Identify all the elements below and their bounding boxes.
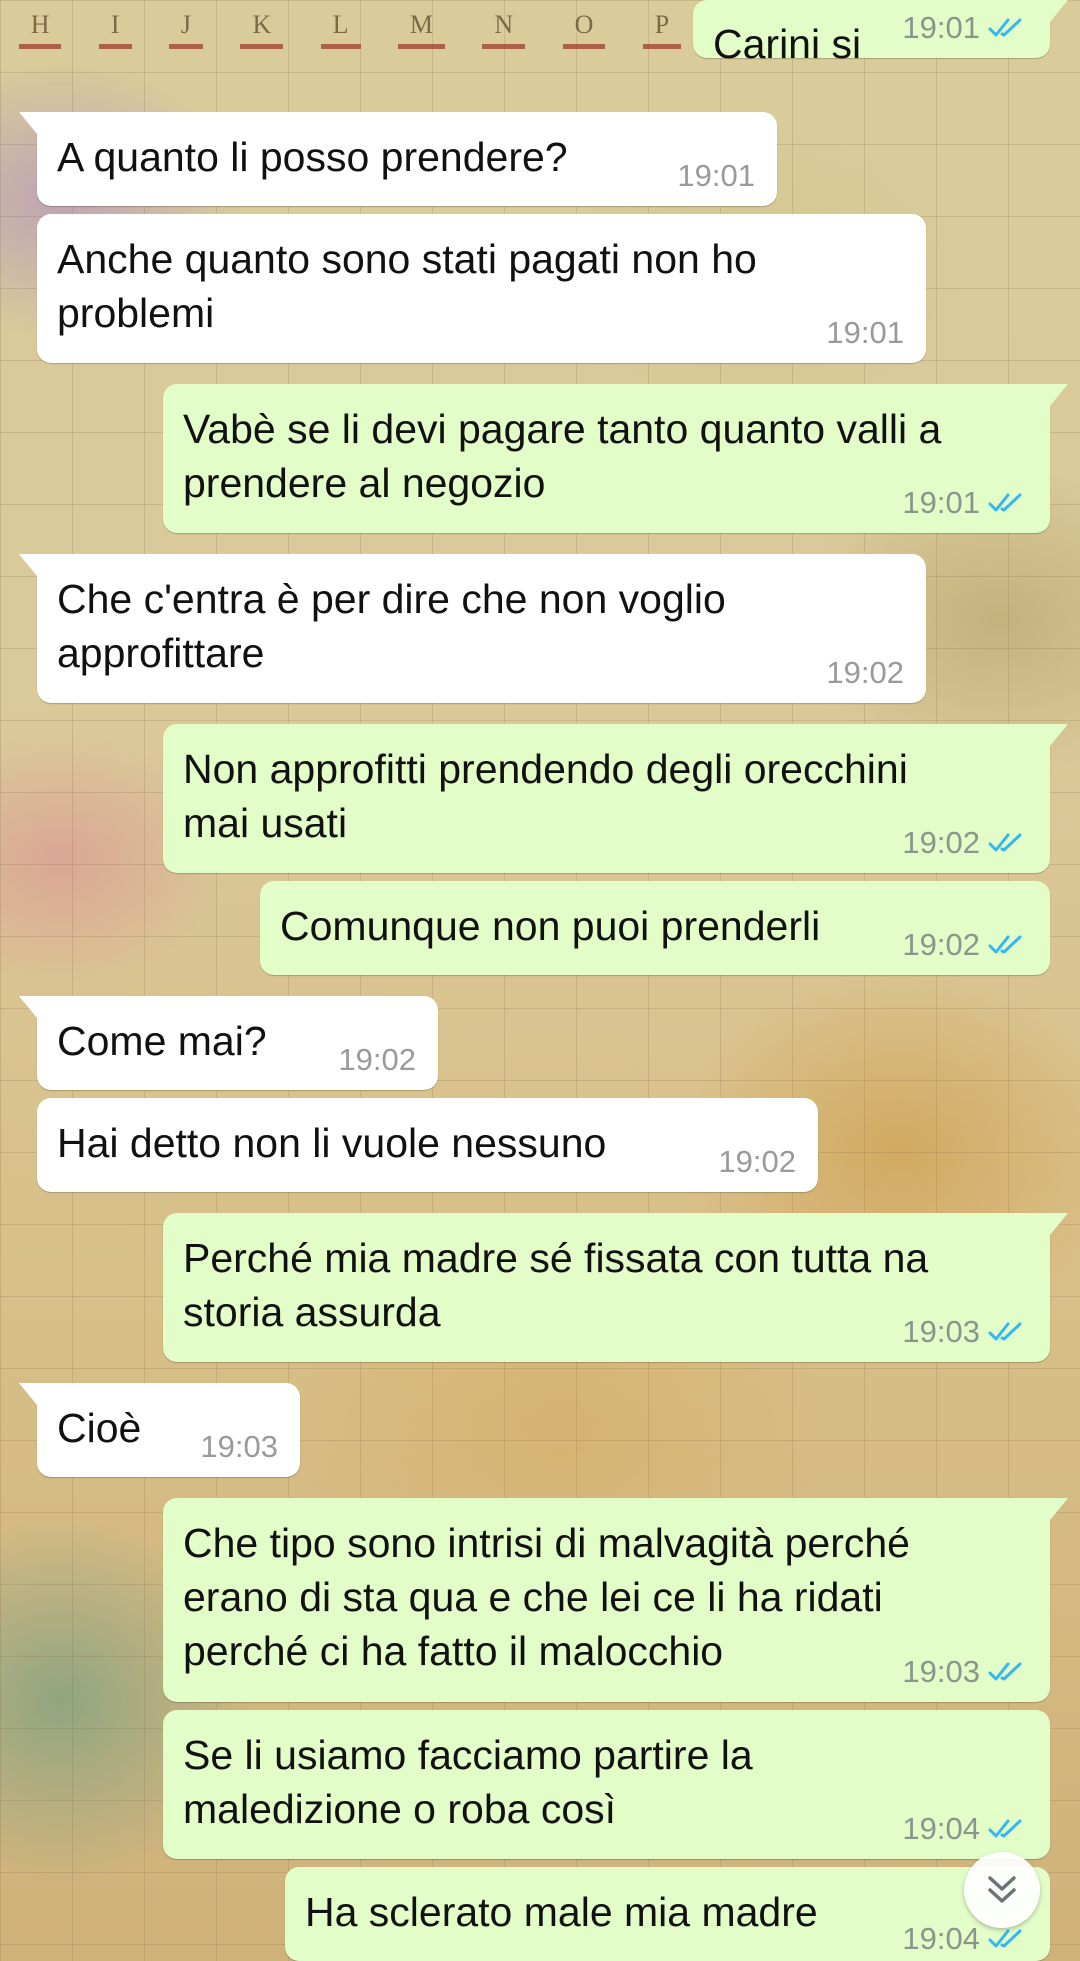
- read-ticks-icon: [988, 1819, 1022, 1838]
- incoming-message[interactable]: A quanto li posso prendere? 19:01: [19, 112, 777, 206]
- message-meta: 19:03: [200, 1429, 278, 1465]
- message-text-line: Anche quanto sono stati pagati non ho: [57, 236, 757, 282]
- message-time: 19:03: [902, 1314, 980, 1349]
- read-ticks-icon: [988, 833, 1022, 852]
- message-text-line: Che c'entra è per dire che non voglio: [57, 576, 726, 622]
- outgoing-message[interactable]: Perché mia madre sé fissata con tutta na…: [163, 1213, 1068, 1362]
- message-time: 19:02: [718, 1144, 796, 1179]
- message-time: 19:02: [826, 655, 904, 690]
- message-text-line: erano di sta qua e che lei ce li ha rida…: [183, 1574, 883, 1620]
- message-time: 19:02: [902, 825, 980, 860]
- message-text-line: A quanto li posso prendere?: [57, 134, 568, 180]
- double-chevron-down-icon: [988, 1876, 1016, 1903]
- outgoing-message[interactable]: Non approfitti prendendo degli orecchini…: [163, 724, 1068, 873]
- message-meta: 19:02: [338, 1042, 416, 1078]
- read-ticks-icon: [988, 1662, 1022, 1681]
- message-time: 19:01: [677, 158, 755, 193]
- incoming-message[interactable]: Cioè 19:03: [19, 1383, 300, 1477]
- message-time: 19:02: [338, 1042, 416, 1077]
- message-text-line: Vabè se li devi pagare tanto quanto vall…: [183, 406, 942, 452]
- message-text-line: Non approfitti prendendo degli orecchini: [183, 746, 908, 792]
- message-meta: 19:01: [902, 10, 1028, 46]
- message-text-line: perché ci ha fatto il malocchio: [183, 1628, 724, 1674]
- message-time: 19:03: [902, 1654, 980, 1689]
- message-text-line: problemi: [57, 290, 215, 336]
- read-ticks-icon: [988, 1322, 1022, 1341]
- message-meta: 19:03: [902, 1314, 1028, 1350]
- message-text-line: storia assurda: [183, 1289, 441, 1335]
- message-time: 19:01: [902, 10, 980, 45]
- read-ticks-icon: [988, 935, 1022, 954]
- message-meta: 19:02: [902, 927, 1028, 963]
- message-text-line: Che tipo sono intrisi di malvagità perch…: [183, 1520, 910, 1566]
- message-meta: 19:02: [902, 825, 1028, 861]
- message-text-line: Comunque non puoi prenderli: [280, 903, 821, 949]
- message-time: 19:03: [200, 1429, 278, 1464]
- message-text-line: Carini si: [713, 21, 862, 67]
- message-meta: 19:01: [902, 485, 1028, 521]
- incoming-message[interactable]: Come mai? 19:02: [19, 996, 438, 1090]
- incoming-message[interactable]: Che c'entra è per dire che non voglio ap…: [19, 554, 926, 703]
- message-text-line: Cioè: [57, 1405, 142, 1451]
- message-text-line: Come mai?: [57, 1018, 267, 1064]
- outgoing-message[interactable]: Che tipo sono intrisi di malvagità perch…: [163, 1498, 1068, 1702]
- message-text-line: maledizione o roba così: [183, 1786, 617, 1832]
- message-time: 19:02: [902, 927, 980, 962]
- message-meta: 19:04: [902, 1811, 1028, 1847]
- scroll-to-bottom-button[interactable]: [964, 1852, 1040, 1928]
- outgoing-message[interactable]: Carini si 19:01: [693, 0, 1068, 67]
- message-text-line: prendere al negozio: [183, 460, 546, 506]
- read-ticks-icon: [988, 1929, 1022, 1948]
- message-meta: 19:02: [718, 1144, 796, 1180]
- message-time: 19:01: [902, 485, 980, 520]
- message-meta: 19:01: [677, 158, 755, 194]
- read-ticks-icon: [988, 493, 1022, 512]
- outgoing-message[interactable]: Vabè se li devi pagare tanto quanto vall…: [163, 384, 1068, 533]
- message-time: 19:01: [826, 315, 904, 350]
- message-text-line: Hai detto non li vuole nessuno: [57, 1120, 607, 1166]
- message-text-line: mai usati: [183, 800, 348, 846]
- message-meta: 19:03: [902, 1654, 1028, 1690]
- outgoing-message[interactable]: Comunque non puoi prenderli 19:02: [260, 881, 1050, 975]
- outgoing-message[interactable]: Se li usiamo facciamo partire la malediz…: [163, 1710, 1050, 1859]
- message-meta: 19:02: [826, 655, 904, 691]
- incoming-message[interactable]: Hai detto non li vuole nessuno 19:02: [37, 1098, 818, 1192]
- read-ticks-icon: [988, 18, 1022, 37]
- incoming-message[interactable]: Anche quanto sono stati pagati non ho pr…: [37, 214, 926, 363]
- message-text-line: Ha sclerato male mia madre: [305, 1889, 818, 1935]
- message-text-line: approfittare: [57, 630, 265, 676]
- message-text-line: Perché mia madre sé fissata con tutta na: [183, 1235, 929, 1281]
- message-time: 19:04: [902, 1921, 980, 1956]
- message-list[interactable]: Carini si 19:01 A quanto li posso prende…: [0, 0, 1080, 1961]
- outgoing-message[interactable]: Ha sclerato male mia madre 19:04: [285, 1867, 1050, 1961]
- message-time: 19:04: [902, 1811, 980, 1846]
- message-text-line: Se li usiamo facciamo partire la: [183, 1732, 753, 1778]
- message-meta: 19:01: [826, 315, 904, 351]
